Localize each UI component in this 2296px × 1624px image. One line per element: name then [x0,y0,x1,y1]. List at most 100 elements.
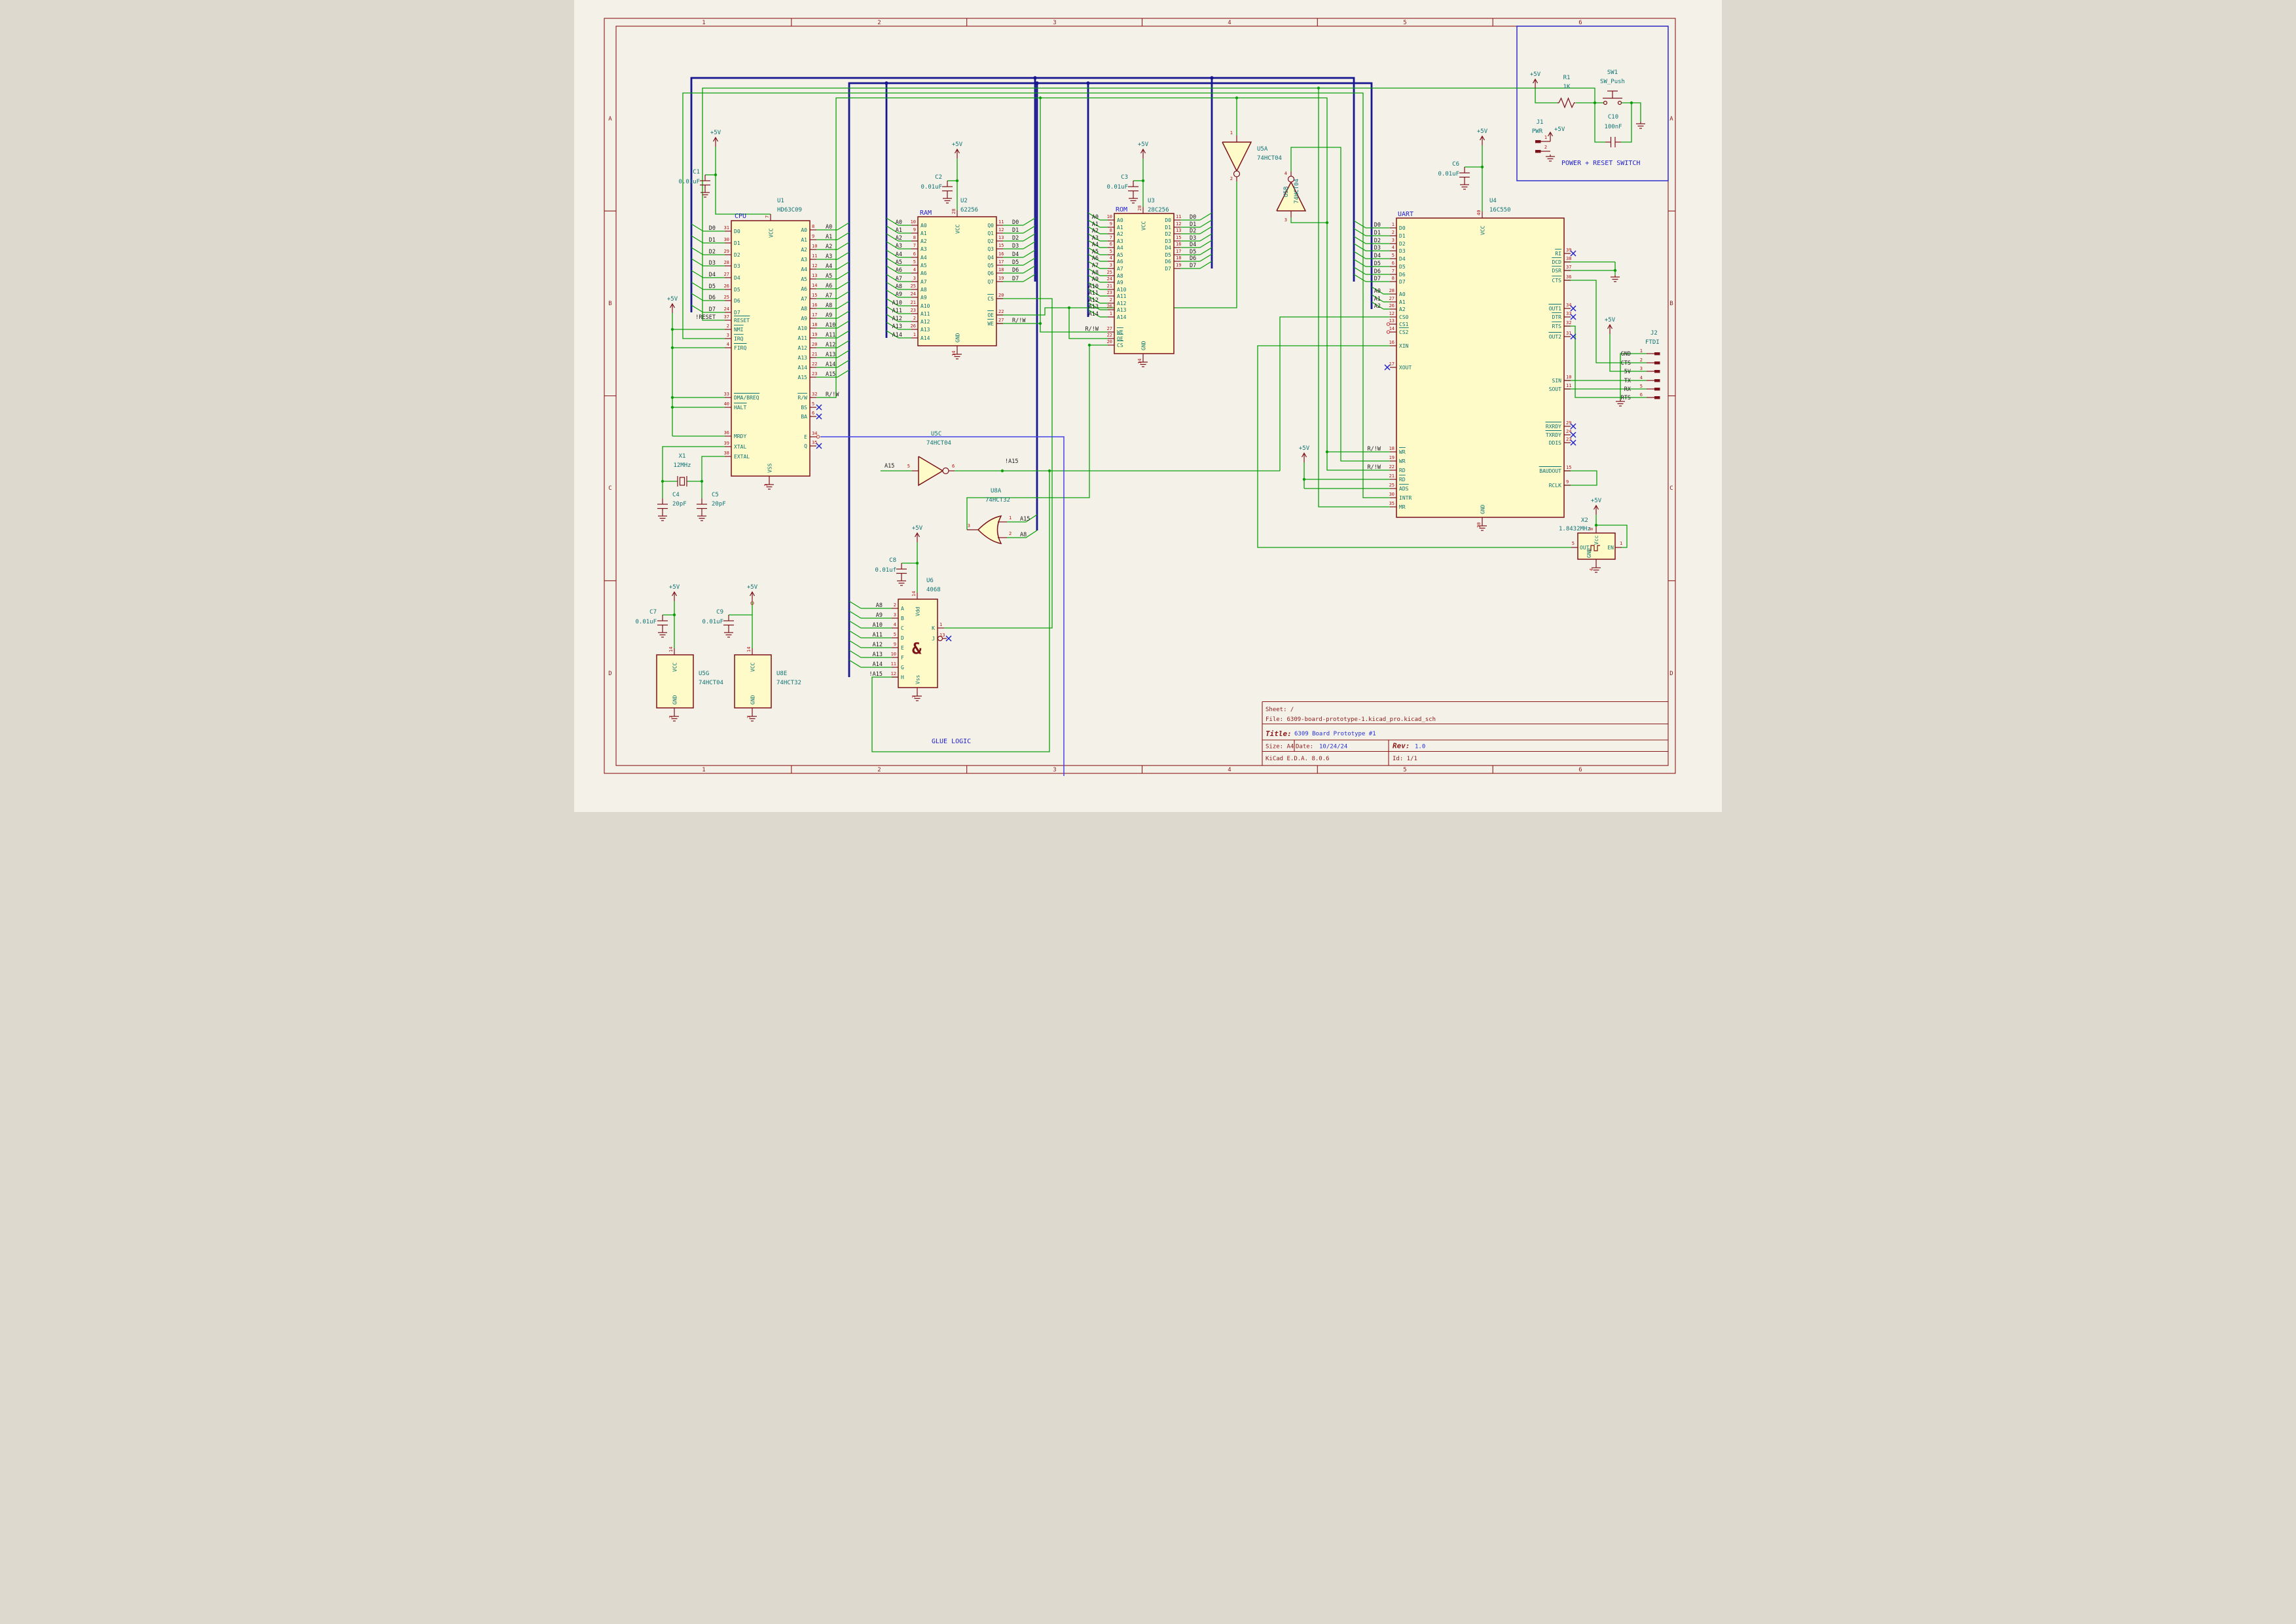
svg-text:A15: A15 [884,463,894,470]
ic-u5g[interactable]: 14VCC7GND [657,647,693,718]
svg-text:A4: A4 [1092,242,1099,248]
svg-text:G: G [901,665,904,671]
svg-text:A0: A0 [1092,214,1099,221]
svg-text:5: 5 [1640,384,1643,389]
svg-text:A1: A1 [1374,296,1381,303]
svg-text:A1: A1 [920,231,927,236]
svg-text:13: 13 [939,633,945,638]
svg-text:A14: A14 [920,335,930,341]
svg-text:6: 6 [913,251,916,257]
svg-text:18: 18 [998,267,1004,272]
svg-text:D4: D4 [1012,251,1019,258]
svg-text:C: C [901,625,904,631]
svg-text:26: 26 [911,323,916,329]
svg-text:DTR: DTR [1552,314,1562,320]
svg-text:A7: A7 [826,293,832,299]
svg-text:B: B [901,616,904,621]
svg-text:VCC: VCC [955,224,961,234]
svg-text:20: 20 [998,293,1004,298]
svg-text:22: 22 [812,361,817,367]
svg-text:9: 9 [913,227,916,232]
svg-text:A8: A8 [801,306,807,312]
svg-text:5: 5 [1392,253,1394,258]
svg-text:D7: D7 [1165,266,1171,272]
svg-text:D1: D1 [709,237,716,244]
svg-text:17: 17 [1176,249,1181,254]
svg-text:7: 7 [1110,235,1112,240]
svg-text:XTAL: XTAL [734,444,746,450]
svg-text:7: 7 [668,716,674,718]
svg-text:12MHz: 12MHz [673,462,691,469]
svg-text:VCC: VCC [750,662,756,672]
svg-text:4: 4 [1110,255,1112,261]
svg-text:2: 2 [1110,297,1112,303]
svg-text:10: 10 [812,244,817,249]
svg-text:HD63C09: HD63C09 [777,207,802,213]
svg-text:A11: A11 [826,332,835,339]
svg-text:Size: A4: Size: A4 [1266,744,1294,750]
svg-text:D6: D6 [1012,267,1019,274]
svg-text:6: 6 [1392,261,1394,266]
svg-text:CTS: CTS [1552,278,1562,284]
svg-text:6: 6 [1110,242,1112,247]
svg-text:21: 21 [911,300,916,305]
svg-text:SW1: SW1 [1607,69,1618,76]
svg-text:15: 15 [812,293,817,298]
svg-text:35: 35 [1389,501,1394,506]
svg-text:62256: 62256 [960,207,978,213]
svg-text:24: 24 [1107,276,1112,282]
svg-text:WR: WR [1399,449,1406,455]
ic-u8e[interactable]: 14VCC7GND [735,647,771,718]
svg-text:D6: D6 [734,298,740,304]
svg-text:21: 21 [1107,284,1112,289]
svg-text:U5C: U5C [931,431,941,437]
svg-text:+5V: +5V [747,584,758,591]
svg-text:3: 3 [894,612,896,618]
svg-text:A12: A12 [920,319,930,325]
svg-text:H: H [901,674,904,680]
svg-text:A11: A11 [920,311,930,317]
svg-text:A0: A0 [826,224,832,231]
svg-text:B: B [1669,301,1673,307]
svg-text:39: 39 [1566,248,1571,253]
svg-text:WR: WR [1399,458,1406,464]
svg-text:19: 19 [1389,455,1394,460]
svg-text:4: 4 [913,267,916,272]
svg-text:Q4: Q4 [987,255,994,261]
svg-text:A7: A7 [920,279,927,285]
svg-text:FTDI: FTDI [1645,339,1660,346]
svg-text:U5G: U5G [699,671,709,677]
svg-text:A3: A3 [801,257,807,263]
svg-text:D6: D6 [1399,272,1406,278]
svg-text:D5: D5 [1374,261,1381,267]
svg-text:A14: A14 [798,365,808,371]
svg-text:CPU: CPU [735,213,746,220]
kicad-schematic-canvas[interactable]: 6309 Board Prototype #1 112233445566AABB… [574,0,1722,812]
svg-text:GND: GND [672,695,678,705]
svg-text:A2: A2 [1374,303,1381,310]
svg-text:2: 2 [894,602,896,608]
svg-text:D4: D4 [1399,256,1406,262]
svg-text:20pF: 20pF [672,501,687,507]
svg-text:6: 6 [812,411,814,416]
svg-text:E: E [901,645,904,651]
svg-text:23: 23 [911,308,916,313]
svg-text:4: 4 [1392,245,1394,250]
svg-text:22: 22 [1107,333,1112,338]
svg-text:A13: A13 [1089,304,1099,310]
svg-text:A3: A3 [826,253,832,260]
svg-text:BA: BA [801,414,807,420]
svg-text:23: 23 [1566,437,1571,442]
svg-text:5: 5 [1403,20,1406,26]
svg-text:1.0: 1.0 [1415,744,1425,750]
svg-text:+5V: +5V [710,130,721,136]
svg-text:TX: TX [1624,378,1631,384]
svg-text:+5V: +5V [1477,128,1488,135]
svg-text:A9: A9 [826,312,832,319]
svg-text:D3: D3 [1012,243,1019,249]
svg-text:C3: C3 [1121,174,1128,181]
svg-text:A3: A3 [896,243,902,249]
svg-text:!A15: !A15 [1005,458,1018,465]
svg-text:A6: A6 [801,286,807,292]
ic-u4[interactable]: 1D0D02D1D13D2D24D3D35D4D46D5D57D6D68D7D7… [1368,210,1576,528]
